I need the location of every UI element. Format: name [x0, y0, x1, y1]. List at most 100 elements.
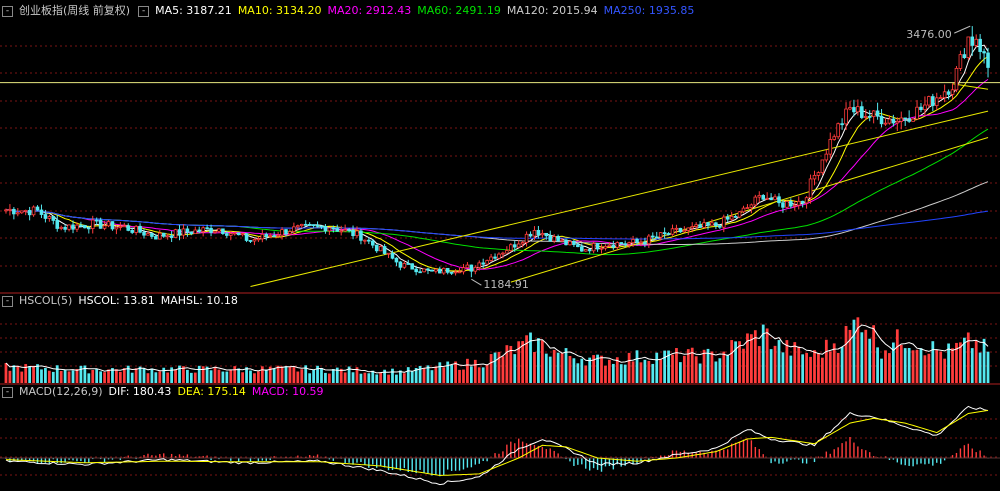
candle-body: [31, 206, 36, 216]
volume-bar: [379, 372, 383, 383]
candle-body: [347, 229, 351, 231]
candle-body: [658, 232, 663, 238]
volume-bar: [237, 368, 241, 383]
candle-body: [714, 222, 718, 227]
volume-bar: [229, 369, 233, 383]
kline-chart-svg[interactable]: [0, 0, 1000, 488]
candle-body: [296, 225, 300, 228]
candle-body: [852, 107, 856, 113]
low-pointer: [471, 278, 482, 286]
collapse-toggle-icon[interactable]: -: [2, 295, 13, 307]
candle-body: [430, 269, 434, 272]
main-legend: - 创业板指(周线 前复权) - MA5: 3187.21 MA10: 3134.20 M…: [0, 4, 700, 18]
candle-body: [276, 234, 280, 237]
candle-body: [102, 225, 107, 229]
volume-bar: [249, 370, 252, 383]
candle-body: [678, 227, 683, 233]
candle-body: [863, 115, 868, 118]
volume-bar: [730, 340, 734, 383]
candle-body: [465, 264, 470, 269]
volume-bar: [785, 340, 789, 383]
volume-bar: [651, 363, 655, 383]
candle-body: [721, 216, 726, 228]
candle-body: [966, 36, 971, 58]
candle-body: [879, 115, 884, 125]
candle-body: [181, 228, 186, 236]
volume-bar: [197, 365, 201, 383]
candle-body: [169, 235, 174, 238]
volume-bar: [142, 368, 146, 383]
candle-body: [666, 233, 671, 235]
legend-macd: MACD: 10.59: [251, 385, 324, 398]
volume-bar: [422, 368, 426, 383]
volume-bar: [434, 366, 438, 383]
candle-body: [540, 232, 545, 236]
volume-bar: [189, 372, 193, 383]
macd-dif-line: [5, 405, 989, 486]
volume-bar: [288, 366, 292, 383]
candle-body: [891, 118, 896, 124]
candle-body: [532, 229, 537, 237]
candle-body: [505, 250, 509, 254]
candle-body: [895, 120, 900, 124]
volume-bar: [473, 359, 477, 383]
collapse-toggle-icon[interactable]: -: [2, 386, 13, 398]
volume-bar: [477, 367, 481, 383]
volume-bar: [951, 348, 954, 383]
trend-line: [250, 110, 989, 288]
volume-bar: [331, 369, 335, 383]
candle-body: [635, 239, 639, 243]
collapse-toggle-icon[interactable]: -: [2, 5, 13, 17]
candle-body: [848, 107, 852, 110]
candle-body: [126, 225, 131, 231]
candle-body: [43, 214, 48, 219]
candle-body: [335, 228, 340, 232]
volume-bar: [722, 351, 726, 383]
volume-bar: [844, 325, 848, 383]
candle-body: [907, 118, 911, 122]
volume-bar: [32, 365, 35, 383]
candle-body: [303, 223, 308, 226]
legend-mahsl: MAHSL: 10.18: [160, 294, 238, 307]
volume-bar: [166, 372, 170, 383]
candle-body: [808, 178, 813, 199]
volume-bar: [813, 350, 816, 383]
volume-bar: [777, 340, 781, 383]
volume-bar: [706, 348, 710, 383]
volume-bar: [608, 359, 611, 383]
candle-body: [154, 236, 158, 240]
candle-body: [824, 153, 829, 161]
volume-bar: [469, 366, 473, 383]
candle-body: [445, 267, 450, 273]
volume-bar: [927, 353, 931, 383]
candle-body: [587, 249, 592, 252]
volume-title: HSCOL(5): [19, 294, 73, 307]
volume-bar: [481, 367, 485, 383]
collapse-toggle-icon[interactable]: -: [138, 5, 150, 17]
candle-body: [248, 240, 253, 242]
volume-bar: [162, 367, 166, 383]
candle-body: [749, 204, 754, 208]
candle-body: [327, 227, 332, 232]
volume-bar: [446, 361, 450, 383]
volume-bar: [631, 361, 635, 383]
candle-body: [654, 236, 659, 239]
volume-bar: [213, 366, 217, 383]
volume-bar: [107, 369, 110, 383]
candle-body: [647, 235, 651, 245]
volume-bar: [643, 359, 647, 383]
volume-bar: [67, 371, 71, 383]
candle-body: [410, 263, 414, 270]
volume-bar: [552, 349, 556, 383]
volume-bar: [12, 365, 16, 383]
candle-body: [595, 243, 600, 250]
volume-bar: [339, 368, 343, 383]
candle-body: [122, 225, 127, 228]
candle-body: [51, 216, 56, 221]
volume-bar: [343, 372, 347, 383]
volume-bar: [714, 361, 718, 383]
chart-stage[interactable]: - 创业板指(周线 前复权) - MA5: 3187.21 MA10: 3134.20 M…: [0, 0, 1000, 488]
volume-bar: [809, 356, 812, 383]
candle-body: [378, 246, 383, 252]
candle-body: [221, 228, 225, 234]
